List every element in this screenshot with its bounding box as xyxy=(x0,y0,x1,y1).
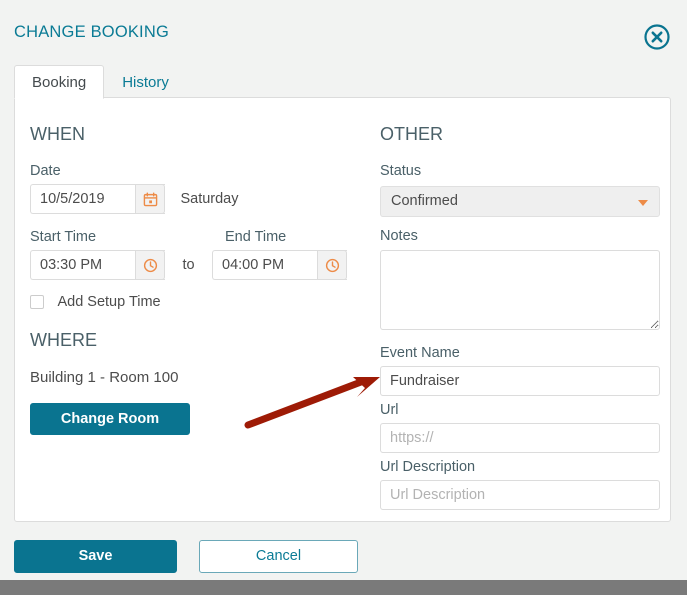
url-description-input[interactable] xyxy=(380,480,660,510)
status-select[interactable]: Confirmed xyxy=(380,186,660,217)
tab-bar: Booking History xyxy=(14,64,187,99)
time-separator-text: to xyxy=(182,257,195,273)
section-heading-when: WHEN xyxy=(30,124,85,144)
event-name-label: Event Name xyxy=(380,345,460,361)
start-time-input-group xyxy=(30,250,165,280)
tab-history[interactable]: History xyxy=(104,65,187,98)
add-setup-time-checkbox[interactable] xyxy=(30,294,44,309)
change-room-button[interactable]: Change Room xyxy=(30,403,190,435)
event-name-input[interactable] xyxy=(380,366,660,396)
status-label: Status xyxy=(380,163,422,179)
clock-icon[interactable] xyxy=(135,250,165,280)
chevron-down-icon xyxy=(638,200,648,206)
url-input[interactable] xyxy=(380,423,660,453)
section-heading-other: OTHER xyxy=(380,124,443,144)
url-description-label: Url Description xyxy=(380,459,476,475)
modal-footer: Save Cancel xyxy=(14,540,671,574)
time-row: to xyxy=(30,250,347,280)
day-of-week-text: Saturday xyxy=(180,191,239,207)
cancel-button[interactable]: Cancel xyxy=(199,540,358,573)
calendar-icon[interactable] xyxy=(135,184,165,214)
status-select-value: Confirmed xyxy=(391,193,458,209)
date-label: Date xyxy=(30,163,61,179)
close-icon[interactable] xyxy=(643,23,671,51)
end-time-input-group xyxy=(212,250,347,280)
notes-label: Notes xyxy=(380,228,418,244)
end-time-label: End Time xyxy=(225,229,287,245)
booking-panel: WHEN Date Saturday Start T xyxy=(14,97,671,522)
date-row: Saturday xyxy=(30,184,239,214)
url-label: Url xyxy=(380,402,399,418)
page-title: CHANGE BOOKING xyxy=(14,23,169,41)
date-input-group xyxy=(30,184,165,214)
bottom-strip xyxy=(0,580,687,595)
tab-booking[interactable]: Booking xyxy=(14,65,105,99)
add-setup-time-label: Add Setup Time xyxy=(57,293,161,310)
clock-icon[interactable] xyxy=(317,250,347,280)
setup-time-row: Add Setup Time xyxy=(30,293,161,311)
modal-header: CHANGE BOOKING xyxy=(0,2,687,62)
notes-textarea[interactable] xyxy=(380,250,660,330)
room-text: Building 1 - Room 100 xyxy=(30,369,179,386)
change-booking-modal: CHANGE BOOKING Booking History WHEN Date xyxy=(0,2,687,580)
save-button[interactable]: Save xyxy=(14,540,177,573)
start-time-label: Start Time xyxy=(30,229,97,245)
section-heading-where: WHERE xyxy=(30,330,97,350)
